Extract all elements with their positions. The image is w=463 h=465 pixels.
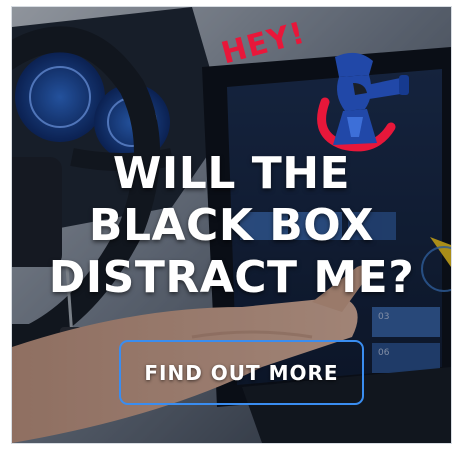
mascot-logo-icon (317, 52, 409, 152)
ad-banner[interactable]: 03 06 HEY! WILL THE BLACK BOX DISTRACT M… (11, 6, 452, 444)
headline: WILL THE BLACK BOX DISTRACT ME? (12, 148, 451, 304)
headline-line-2: BLACK BOX (88, 200, 375, 251)
headline-line-3: DISTRACT ME? (48, 252, 415, 303)
find-out-more-button[interactable]: FIND OUT MORE (119, 340, 364, 405)
headline-line-1: WILL THE (112, 148, 351, 199)
